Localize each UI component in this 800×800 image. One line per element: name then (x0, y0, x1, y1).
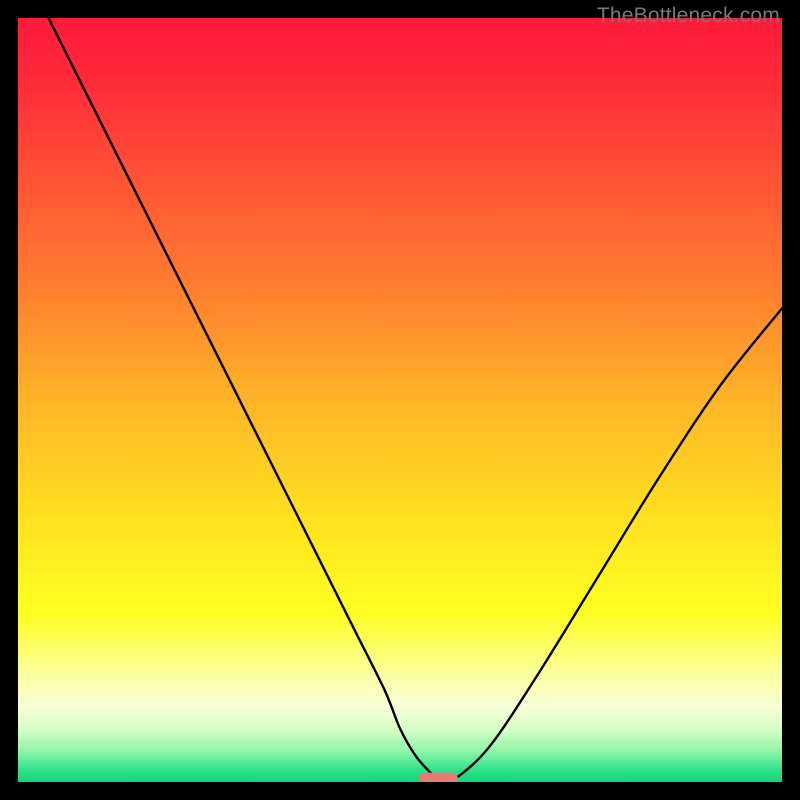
chart-frame (18, 18, 782, 782)
bottleneck-plot (18, 18, 782, 782)
gradient-background (18, 18, 782, 782)
optimal-marker (419, 773, 457, 782)
watermark-text: TheBottleneck.com (597, 4, 780, 28)
